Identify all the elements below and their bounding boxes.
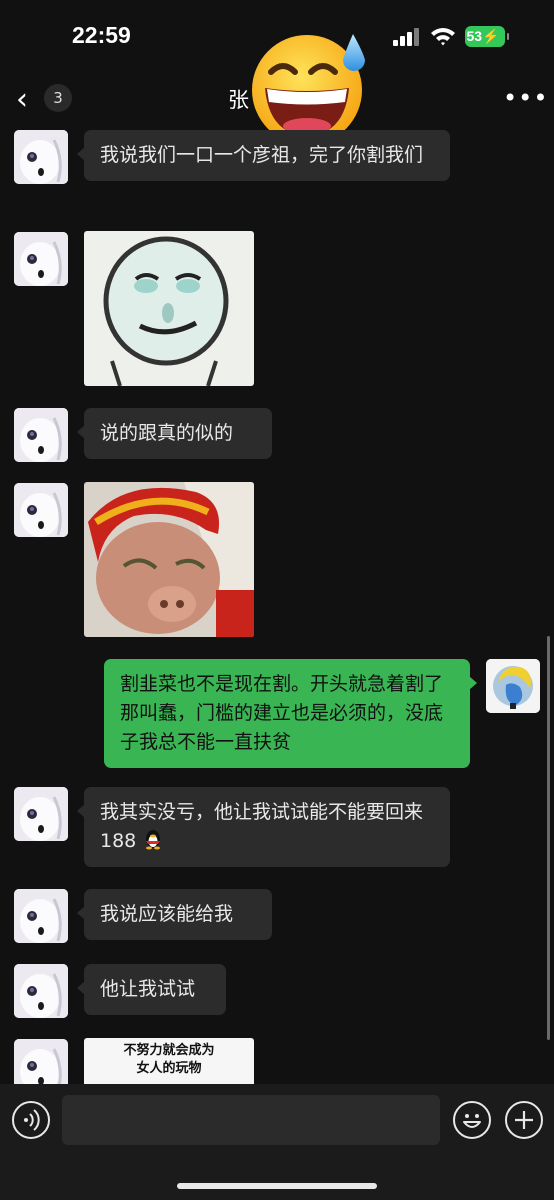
voice-input-button[interactable] bbox=[12, 1101, 50, 1139]
message-bubble[interactable]: 他让我试试 bbox=[77, 964, 226, 1015]
add-attachment-button[interactable] bbox=[505, 1101, 543, 1139]
input-toolbar bbox=[0, 1084, 554, 1200]
plus-icon bbox=[515, 1111, 533, 1129]
chat-title: 张 bbox=[228, 88, 249, 112]
text-sticker[interactable]: 不努力就会成为 女人的玩物 bbox=[84, 1038, 254, 1084]
qq-penguin-icon bbox=[146, 830, 161, 850]
contact-avatar[interactable] bbox=[14, 964, 68, 1018]
message-text: 说的跟真的似的 bbox=[100, 422, 234, 444]
contact-avatar[interactable] bbox=[14, 1039, 68, 1084]
contact-avatar[interactable] bbox=[14, 787, 68, 841]
battery-level: 53 bbox=[466, 28, 483, 44]
message-text: 我说应该能给我 bbox=[100, 903, 234, 925]
sticker-caption-line: 女人的玩物 bbox=[136, 1061, 202, 1076]
wifi-icon bbox=[431, 28, 455, 46]
message-input[interactable] bbox=[62, 1095, 440, 1145]
contact-avatar[interactable] bbox=[14, 232, 68, 286]
message-text: 割韭菜也不是现在割。开头就急着割了那叫蠢，门槛的建立也是必须的，没底子我总不能一… bbox=[120, 673, 444, 753]
contact-avatar[interactable] bbox=[14, 130, 68, 184]
message-bubble[interactable]: 我说应该能给我 bbox=[77, 889, 272, 940]
contact-avatar[interactable] bbox=[14, 889, 68, 943]
contact-avatar[interactable] bbox=[14, 408, 68, 462]
status-time: 22:59 bbox=[72, 22, 131, 48]
emoji-button[interactable] bbox=[453, 1101, 491, 1139]
message-text: 他让我试试 bbox=[100, 978, 196, 1000]
home-indicator bbox=[177, 1183, 377, 1189]
pig-doll-sticker[interactable] bbox=[84, 482, 254, 637]
back-button[interactable]: ‹ bbox=[16, 82, 28, 117]
cellular-signal-icon bbox=[393, 28, 421, 46]
message-bubble[interactable]: 我说我们一口一个彦祖，完了你割我们 bbox=[77, 130, 450, 181]
emoji-icon bbox=[463, 1114, 481, 1128]
contact-avatar[interactable] bbox=[14, 483, 68, 537]
face-sketch-sticker[interactable] bbox=[84, 231, 254, 386]
voice-icon bbox=[24, 1109, 40, 1131]
sticker-caption-line: 不努力就会成为 bbox=[123, 1043, 215, 1058]
message-list[interactable]: 我说我们一口一个彦祖，完了你割我们 说的跟真的似的 割韭菜也不是现在割。开头就急… bbox=[0, 126, 554, 1084]
my-avatar[interactable] bbox=[486, 659, 540, 713]
my-message-bubble[interactable]: 割韭菜也不是现在割。开头就急着割了那叫蠢，门槛的建立也是必须的，没底子我总不能一… bbox=[104, 659, 477, 768]
unread-count-badge: 3 bbox=[44, 84, 72, 112]
more-options-button[interactable]: ••• bbox=[503, 84, 548, 112]
scrollbar[interactable] bbox=[547, 636, 550, 1040]
message-text: 我说我们一口一个彦祖，完了你割我们 bbox=[100, 144, 424, 166]
message-bubble[interactable]: 我其实没亏，他让我试试能不能要回来 188 bbox=[77, 787, 450, 867]
battery-icon: 53⚡ bbox=[465, 26, 509, 47]
message-bubble[interactable]: 说的跟真的似的 bbox=[77, 408, 272, 459]
